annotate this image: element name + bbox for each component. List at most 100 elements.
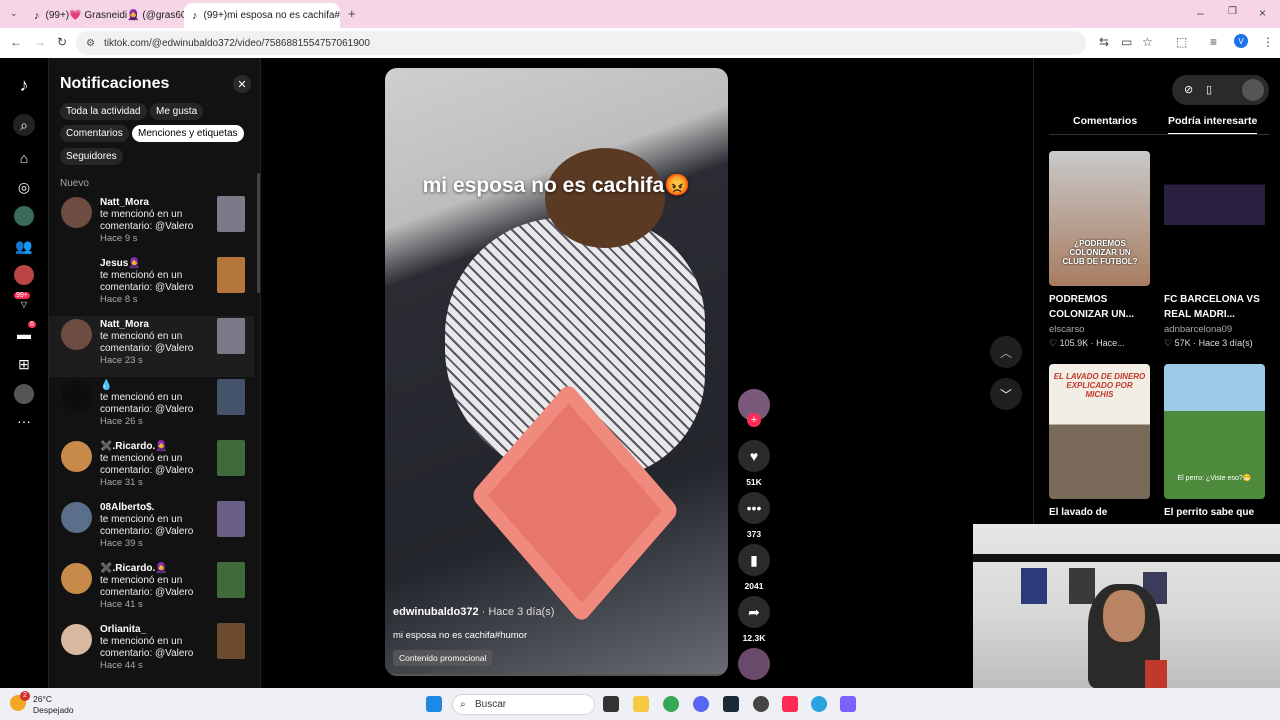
notification-item[interactable]: Natt_Mora te mencionó en un comentario: …: [49, 194, 254, 255]
obs-icon[interactable]: [753, 696, 769, 712]
notification-item[interactable]: 💧 te mencionó en un comentario: @Valero …: [49, 377, 254, 438]
messages-icon[interactable]: ▬ 6: [14, 321, 36, 344]
tab-suggested[interactable]: Podría interesarte: [1168, 115, 1258, 135]
next-video-button[interactable]: ﹀: [990, 378, 1022, 410]
search-icon[interactable]: ⌕: [13, 114, 35, 136]
translate-icon[interactable]: ⇆: [1099, 35, 1109, 49]
phone-icon[interactable]: ▯: [1206, 83, 1212, 96]
weather-widget[interactable]: 26°C Despejado: [33, 694, 74, 716]
upload-icon[interactable]: ⊞: [14, 354, 34, 374]
previous-video-button[interactable]: ︿: [990, 336, 1022, 368]
new-tab-button[interactable]: +: [348, 6, 356, 21]
filter-all[interactable]: Toda la actividad: [60, 103, 147, 120]
tab-comments[interactable]: Comentarios: [1073, 115, 1137, 127]
close-icon[interactable]: ✕: [233, 75, 251, 93]
following-avatar[interactable]: [14, 206, 34, 226]
filter-likes[interactable]: Me gusta: [150, 103, 204, 120]
home-icon[interactable]: ⌂: [14, 148, 34, 168]
windows-start-icon[interactable]: [426, 696, 442, 712]
more-icon[interactable]: ···: [14, 411, 34, 431]
chrome-icon[interactable]: [663, 696, 679, 712]
thumbnail-caption: ¿PODREMOS COLONIZAR UN CLUB DE FUTBOL?: [1062, 239, 1138, 266]
notification-user: 08Alberto$.: [100, 502, 155, 513]
notification-item[interactable]: ✖️.Ricardo.🧕 te mencionó en un comentari…: [49, 560, 254, 621]
tiktok-app-icon[interactable]: [782, 696, 798, 712]
card-author: adnbarcelona09: [1164, 324, 1233, 335]
follow-plus-icon[interactable]: +: [747, 413, 761, 427]
notification-time: Hace 41 s: [100, 599, 143, 610]
avatar: [61, 563, 92, 594]
save-button[interactable]: ▮ 2041: [738, 544, 770, 591]
back-icon[interactable]: ←: [10, 35, 22, 49]
tiktok-icon: ♪: [192, 9, 198, 22]
avatar: [61, 258, 92, 289]
suggested-video-card[interactable]: FC BARCELONA VS REAL MADRI... adnbarcelo…: [1164, 151, 1265, 349]
taskbar-search[interactable]: ⌕ Buscar: [452, 694, 595, 715]
microphone: [1145, 660, 1167, 688]
bookmark-star-icon[interactable]: ☆: [1142, 35, 1153, 49]
discord-icon[interactable]: [693, 696, 709, 712]
creator-avatar[interactable]: +: [738, 389, 770, 427]
like-button[interactable]: ♥ 51K: [738, 440, 770, 487]
video-thumbnail: [217, 196, 245, 232]
profile-avatar[interactable]: [14, 384, 34, 404]
minimize-button[interactable]: –: [1197, 6, 1204, 20]
scrollbar[interactable]: [257, 173, 260, 293]
activity-icon[interactable]: 99+ ▽: [14, 292, 34, 314]
notification-item[interactable]: 08Alberto$. te mencionó en un comentario…: [49, 499, 254, 560]
card-title: El perrito sabe que: [1164, 507, 1255, 518]
url-field[interactable]: ⚙ tiktok.com/@edwinubaldo372/video/75868…: [76, 31, 1086, 55]
steam-icon[interactable]: [723, 696, 739, 712]
sound-avatar[interactable]: [738, 648, 770, 680]
video-player[interactable]: mi esposa no es cachifa😡 edwinubaldo372 …: [385, 68, 728, 676]
live-avatar[interactable]: [14, 265, 34, 285]
shelf: [973, 554, 1280, 562]
menu-icon[interactable]: ⋮: [1262, 35, 1274, 49]
tiktok-logo-icon[interactable]: ♪: [14, 75, 34, 95]
video-thumbnail: [217, 501, 245, 537]
notification-text: te mencionó en un comentario: @Valero: [100, 270, 194, 293]
friends-icon[interactable]: 👥: [14, 236, 34, 256]
site-info-icon[interactable]: ⚙: [86, 38, 95, 49]
video-thumbnail: [217, 562, 245, 598]
notification-item[interactable]: Natt_Mora te mencionó en un comentario: …: [49, 316, 254, 377]
card-title: PODREMOS COLONIZAR UN...: [1049, 294, 1134, 320]
share-button[interactable]: ➦ 12.3K: [738, 596, 770, 643]
address-bar: ← → ↻ ⚙ tiktok.com/@edwinubaldo372/video…: [0, 28, 1280, 58]
forward-icon[interactable]: →: [34, 35, 46, 49]
app-icon[interactable]: [840, 696, 856, 712]
share-icon: ➦: [738, 596, 770, 628]
video-author[interactable]: edwinubaldo372 · Hace 3 día(s): [393, 606, 554, 618]
filter-followers[interactable]: Seguidores: [60, 148, 123, 165]
progress-bar[interactable]: [385, 674, 728, 676]
browser-tab[interactable]: ♪ (99+)💗 Grasneidi🧕 (@gras60 ×: [26, 3, 184, 28]
browser-tab-active[interactable]: ♪ (99+)mi esposa no es cachifa#h ×: [184, 3, 340, 28]
maximize-button[interactable]: ❐: [1228, 6, 1237, 17]
telegram-icon[interactable]: [811, 696, 827, 712]
video-thumbnail: [217, 440, 245, 476]
task-view-icon[interactable]: [603, 696, 619, 712]
tab-list-icon[interactable]: ≡: [1210, 35, 1217, 49]
explore-icon[interactable]: ◎: [14, 177, 34, 197]
user-avatar[interactable]: [1242, 79, 1264, 101]
notification-item[interactable]: Jesus🧕 te mencionó en un comentario: @Va…: [49, 255, 254, 316]
filter-mentions[interactable]: Menciones y etiquetas: [132, 125, 244, 142]
profile-avatar[interactable]: V: [1234, 34, 1248, 48]
cast-icon[interactable]: ▭: [1121, 35, 1132, 49]
suggested-video-card[interactable]: EL LAVADO DE DINERO EXPLICADO POR MICHIS…: [1049, 364, 1150, 520]
extensions-icon[interactable]: ⬚: [1176, 35, 1187, 49]
author-name: edwinubaldo372: [393, 606, 479, 618]
filter-comments[interactable]: Comentarios: [60, 125, 129, 142]
tab-search-icon[interactable]: ⌄: [10, 8, 18, 19]
file-explorer-icon[interactable]: [633, 696, 649, 712]
close-window-button[interactable]: ×: [1259, 6, 1266, 20]
compass-icon[interactable]: ⊘: [1184, 83, 1193, 96]
suggested-video-card[interactable]: ¿PODREMOS COLONIZAR UN CLUB DE FUTBOL? P…: [1049, 151, 1150, 349]
comment-button[interactable]: ••• 373: [738, 492, 770, 539]
suggested-video-card[interactable]: El perro: ¿Viste eso?😁 El perrito sabe q…: [1164, 364, 1265, 520]
notification-user: Jesus🧕: [100, 258, 141, 269]
notification-item[interactable]: Orlianita_ te mencionó en un comentario:…: [49, 621, 254, 682]
video-thumbnail: [1164, 151, 1265, 286]
reload-icon[interactable]: ↻: [57, 35, 67, 49]
notification-item[interactable]: ✖️.Ricardo.🧕 te mencionó en un comentari…: [49, 438, 254, 499]
